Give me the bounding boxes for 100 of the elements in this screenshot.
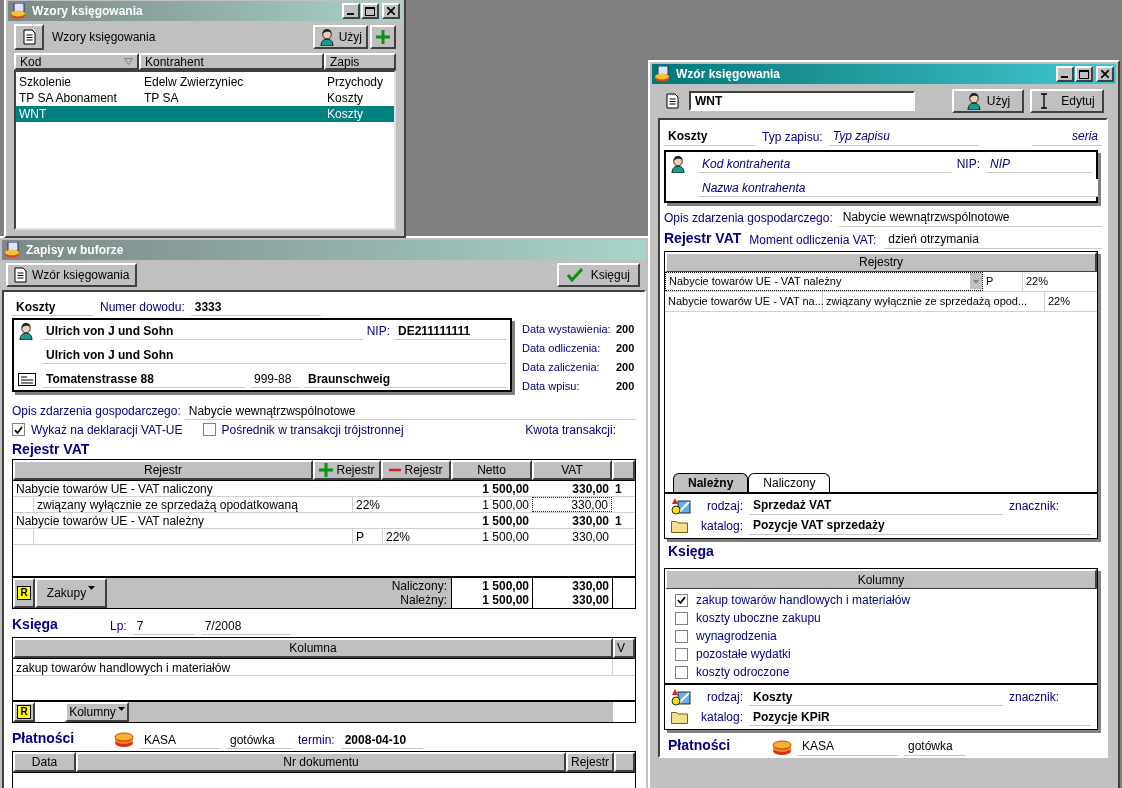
checkbox[interactable] — [202, 423, 216, 436]
checkbox[interactable] — [675, 665, 688, 679]
section-heading: Rejestr VAT — [664, 228, 742, 248]
checkbox[interactable] — [675, 593, 688, 607]
remove-register-button[interactable]: Rejestr — [381, 460, 451, 480]
table-cell: P — [353, 529, 383, 544]
column-header: VAT — [532, 460, 612, 480]
text-field[interactable]: Braunschweig — [304, 370, 506, 388]
text-field[interactable]: Nabycie wewnątrzwspólnotowe — [184, 402, 636, 420]
text-field[interactable]: Koszty — [749, 688, 1003, 707]
text-field[interactable]: Koszty — [12, 298, 94, 316]
section-heading: Płatności — [12, 729, 76, 748]
table-cell-text: 22% — [1025, 273, 1050, 289]
plus-icon — [319, 463, 334, 477]
column-header[interactable]: Kontrahent — [139, 53, 324, 70]
field-label: Typ zapisu: — [762, 128, 823, 146]
maximize-button[interactable] — [361, 3, 379, 19]
table-cell-text: 1 — [614, 512, 623, 530]
table-cell-text: 1 — [614, 480, 623, 498]
text-field[interactable]: Pozycje VAT sprzedaży — [749, 516, 1091, 535]
minus-icon — [389, 468, 402, 472]
contractor-name-field[interactable]: Nazwa kontrahenta — [698, 179, 1098, 198]
table-cell[interactable]: 330,00 — [532, 529, 612, 544]
edit-button[interactable]: Edytuj — [1030, 89, 1104, 113]
section-heading: Rejestr VAT — [12, 439, 91, 459]
text-field[interactable]: 2008-04-10 — [340, 731, 423, 749]
pattern-button[interactable]: Wzór księgowania — [6, 263, 138, 287]
toolbar-label: Wzory księgowania — [52, 29, 156, 46]
add-button[interactable] — [370, 25, 396, 49]
checkbox-label: koszty uboczne zakupu — [696, 610, 821, 628]
close-button[interactable] — [1096, 66, 1114, 82]
text-field[interactable]: Ulrich von J und Sohn — [42, 346, 506, 364]
text-field[interactable]: Pozycje KPiR — [749, 708, 1091, 727]
field-label: Data wpisu: — [522, 379, 581, 395]
menu-button[interactable]: Kolumny — [65, 702, 129, 722]
close-button[interactable] — [382, 3, 400, 19]
field-label: Numer dowodu: — [100, 299, 185, 316]
dropdown-field[interactable]: Nabycie towarów UE - VAT należny — [665, 271, 983, 291]
text-field[interactable]: 999-88 — [250, 370, 300, 388]
checkbox-label: Wykaż na deklaracji VAT-UE — [31, 421, 183, 439]
window-title: Wzór księgowania — [676, 66, 781, 83]
table-cell-text: Nabycie towarów UE - VAT należny — [15, 512, 206, 530]
checkbox-label: Pośrednik w transakcji trójstronnej — [221, 421, 404, 439]
name-field[interactable]: WNT — [689, 91, 915, 111]
minimize-button[interactable] — [342, 3, 360, 19]
text-field[interactable]: DE211111111 — [394, 322, 506, 340]
text-field[interactable]: KASA — [140, 731, 220, 749]
maximize-button[interactable] — [1075, 66, 1093, 82]
total-value: 330,00 — [571, 579, 610, 593]
checkbox[interactable] — [12, 423, 25, 436]
section-heading: Księga — [12, 615, 59, 634]
text-field[interactable]: dzień otrzymania — [884, 230, 1102, 249]
text-field[interactable]: Tomatenstrasse 88 — [42, 370, 246, 388]
text-field[interactable]: gotówka — [904, 737, 966, 756]
list-row[interactable]: WNT Koszty — [16, 106, 394, 122]
menu-button[interactable]: Zakupy — [35, 578, 107, 608]
table-cell: związany wyłącznie ze sprzedażą opod... — [823, 291, 1045, 311]
checkbox[interactable] — [675, 629, 688, 643]
document-button[interactable] — [14, 24, 44, 50]
date-field[interactable]: 200 — [616, 340, 635, 357]
text-field[interactable]: Koszty — [664, 127, 756, 146]
column-header: Rejestry — [665, 251, 1097, 272]
field-label: Lp: — [110, 618, 127, 635]
use-button[interactable]: Użyj — [312, 25, 368, 49]
use-button[interactable]: Użyj — [952, 89, 1024, 113]
checkbox-label: pozostałe wydatki — [696, 646, 791, 664]
text-field[interactable]: Nabycie wewnątrzwspólnotowe — [838, 208, 1102, 227]
text-field[interactable]: 3333 — [190, 298, 321, 316]
list-row[interactable]: Szkolenie Edelw Zwierzyniec Przychody — [16, 74, 394, 90]
field-label: Opis zdarzenia gospodarczego: — [12, 403, 181, 420]
shapes-icon — [671, 496, 691, 515]
contractor-card[interactable]: Kod kontrahenta NIP: NIP Nazwa kontrahenta — [664, 149, 1098, 204]
tab[interactable]: Należny — [673, 472, 749, 492]
date-field[interactable]: 200 — [616, 359, 635, 376]
total-value: 330,00 — [571, 593, 610, 607]
date-field[interactable]: 200 — [616, 378, 635, 395]
table-cell-text: TP SA Abonament — [18, 90, 118, 107]
add-register-button[interactable]: Rejestr — [313, 460, 381, 480]
list-row[interactable]: TP SA Abonament TP SA Koszty — [16, 90, 394, 106]
column-header: Data — [13, 752, 76, 772]
text-field[interactable]: 7 — [132, 617, 195, 635]
column-header: Netto — [451, 460, 532, 480]
date-field[interactable]: 200 — [616, 321, 635, 338]
tab[interactable]: Naliczony — [748, 472, 831, 492]
text-field[interactable]: 7/2008 — [200, 617, 291, 635]
minimize-button[interactable] — [1056, 66, 1074, 82]
check-icon — [566, 268, 583, 282]
coins-icon — [114, 732, 134, 748]
text-field[interactable]: Sprzedaż VAT — [749, 496, 1003, 515]
column-header[interactable]: Kod — [14, 53, 139, 70]
post-button[interactable]: Księguj — [556, 263, 640, 287]
sort-icon — [124, 58, 133, 65]
folder-icon — [671, 518, 688, 533]
text-field[interactable]: Ulrich von J und Sohn — [42, 322, 363, 340]
table-cell[interactable]: 330,00 — [532, 497, 612, 512]
checkbox[interactable] — [675, 611, 688, 625]
text-field[interactable]: KASA — [798, 737, 898, 756]
column-header[interactable]: Zapis — [324, 53, 396, 70]
checkbox[interactable] — [675, 647, 688, 661]
text-field[interactable]: gotówka — [226, 731, 292, 749]
